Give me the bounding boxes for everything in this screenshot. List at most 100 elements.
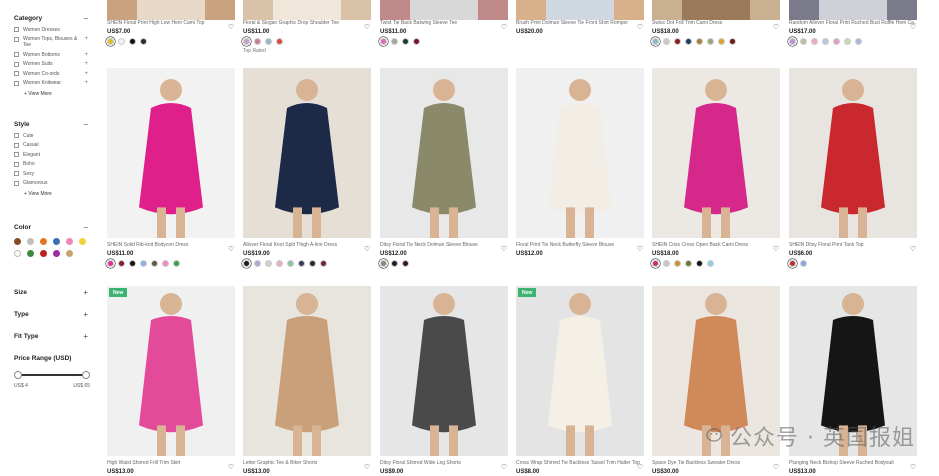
product-swatch[interactable] xyxy=(674,38,681,45)
product-card[interactable]: Floral & Slogan Graphic Drop Shoulder Te… xyxy=(243,16,371,54)
product-title[interactable]: Floral Print Tie Neck Butterfly Sleeve B… xyxy=(516,242,644,248)
product-swatch[interactable] xyxy=(844,38,851,45)
product-title[interactable]: Random Allover Floral Print Ruched Bust … xyxy=(789,20,917,26)
product-swatch[interactable] xyxy=(789,38,796,45)
heart-icon[interactable]: ♡ xyxy=(500,246,508,254)
product-swatch[interactable] xyxy=(265,38,272,45)
product-swatch[interactable] xyxy=(107,38,114,45)
checkbox[interactable] xyxy=(14,52,19,57)
checkbox[interactable] xyxy=(14,142,19,148)
product-swatch[interactable] xyxy=(674,260,681,267)
heart-icon[interactable]: ♡ xyxy=(636,24,644,32)
product-card[interactable]: SHEIN Floral Print High Low Hem Cami Top… xyxy=(107,16,235,45)
product-card[interactable]: New High Waist Shirred Frill Trim Skirt ♡ U… xyxy=(107,286,235,475)
product-swatch[interactable] xyxy=(243,260,250,267)
minus-icon[interactable]: − xyxy=(83,120,88,129)
heart-icon[interactable]: ♡ xyxy=(909,246,917,254)
product-swatch[interactable] xyxy=(243,38,250,45)
checkbox[interactable] xyxy=(14,27,19,32)
color-swatch[interactable] xyxy=(27,250,34,257)
product-title[interactable]: Space Dye Tie Backless Sweater Dress xyxy=(652,460,780,466)
product-swatch[interactable] xyxy=(413,38,420,45)
product-title[interactable]: Allover Floral Knot Split Thigh A-line D… xyxy=(243,242,371,248)
product-card[interactable]: Twist Tie Back Batwing Sleeve Tee ♡ US$11.… xyxy=(380,16,508,45)
heart-icon[interactable]: ♡ xyxy=(363,246,371,254)
product-swatch[interactable] xyxy=(151,260,158,267)
product-swatch[interactable] xyxy=(811,38,818,45)
filter-category-header[interactable]: Category − xyxy=(14,14,88,23)
product-swatch[interactable] xyxy=(118,260,125,267)
product-swatch[interactable] xyxy=(663,260,670,267)
filter-option[interactable]: Women Co-ords + xyxy=(14,71,88,77)
plus-icon[interactable]: + xyxy=(84,52,88,59)
product-title[interactable]: SHEIN Criss Cross Open Back Cami Dress xyxy=(652,242,780,248)
product-swatch[interactable] xyxy=(276,260,283,267)
product-card[interactable]: Floral Print Tie Neck Butterfly Sleeve B… xyxy=(516,68,644,257)
product-swatch[interactable] xyxy=(707,38,714,45)
product-image[interactable] xyxy=(107,68,235,238)
product-swatch[interactable] xyxy=(129,38,136,45)
checkbox[interactable] xyxy=(14,152,19,157)
product-swatch[interactable] xyxy=(254,38,261,45)
filter-type[interactable]: Type + xyxy=(14,310,88,319)
product-card[interactable]: Random Allover Floral Print Ruched Bust … xyxy=(789,16,917,45)
heart-icon[interactable]: ♡ xyxy=(500,464,508,472)
product-image[interactable] xyxy=(516,68,644,238)
heart-icon[interactable]: ♡ xyxy=(227,24,235,32)
product-title[interactable]: SHEIN Floral Print High Low Hem Cami Top xyxy=(107,20,235,26)
product-swatch[interactable] xyxy=(833,38,840,45)
product-swatch[interactable] xyxy=(309,260,316,267)
heart-icon[interactable]: ♡ xyxy=(500,24,508,32)
product-image[interactable] xyxy=(380,68,508,238)
plus-icon[interactable]: + xyxy=(84,36,88,43)
product-title[interactable]: Ditsy Floral Tie Neck Dolman Sleeve Blou… xyxy=(380,242,508,248)
product-swatch[interactable] xyxy=(391,260,398,267)
product-title[interactable]: Floral & Slogan Graphic Drop Shoulder Te… xyxy=(243,20,371,26)
filter-option[interactable]: Women Suits + xyxy=(14,61,88,67)
product-card[interactable]: Ditsy Floral Tie Neck Dolman Sleeve Blou… xyxy=(380,68,508,267)
checkbox[interactable] xyxy=(14,36,19,42)
view-more-link[interactable]: + View More xyxy=(24,191,88,197)
heart-icon[interactable]: ♡ xyxy=(363,464,371,472)
product-swatch[interactable] xyxy=(107,260,114,267)
product-swatch[interactable] xyxy=(696,38,703,45)
product-title[interactable]: High Waist Shirred Frill Trim Skirt xyxy=(107,460,235,466)
product-card[interactable]: Ditsy Floral Shirred Wide Leg Shorts ♡ US$… xyxy=(380,286,508,475)
heart-icon[interactable]: ♡ xyxy=(909,24,917,32)
product-title[interactable]: Plunging Neck Bishop Sleeve Ruched Bodys… xyxy=(789,460,917,466)
product-swatch[interactable] xyxy=(800,260,807,267)
product-image[interactable]: New xyxy=(107,286,235,456)
product-swatch[interactable] xyxy=(729,38,736,45)
plus-icon[interactable]: + xyxy=(84,61,88,68)
filter-size[interactable]: Size + xyxy=(14,288,88,297)
product-swatch[interactable] xyxy=(800,38,807,45)
product-swatch[interactable] xyxy=(652,38,659,45)
product-swatch[interactable] xyxy=(855,38,862,45)
filter-option[interactable]: Sexy xyxy=(14,171,88,177)
product-swatch[interactable] xyxy=(685,260,692,267)
product-image[interactable] xyxy=(243,286,371,456)
product-swatch[interactable] xyxy=(718,38,725,45)
heart-icon[interactable]: ♡ xyxy=(363,24,371,32)
color-swatch[interactable] xyxy=(66,238,73,245)
price-range-slider[interactable] xyxy=(14,370,90,380)
product-title[interactable]: Swiss Dot Frill Trim Cami Dress xyxy=(652,20,780,26)
minus-icon[interactable]: − xyxy=(83,223,88,232)
filter-option[interactable]: Women Tops, Blouses & Tee + xyxy=(14,36,88,48)
filter-option[interactable]: Glamorous xyxy=(14,180,88,186)
color-swatch[interactable] xyxy=(53,238,60,245)
checkbox[interactable] xyxy=(14,61,19,67)
product-image[interactable]: New xyxy=(516,286,644,456)
product-title[interactable]: Brush Print Dolman Sleeve Tie Front Shir… xyxy=(516,20,644,26)
product-swatch[interactable] xyxy=(685,38,692,45)
checkbox[interactable] xyxy=(14,180,19,186)
product-title[interactable]: SHEIN Solid Rib-knit Bodycon Dress xyxy=(107,242,235,248)
heart-icon[interactable]: ♡ xyxy=(772,246,780,254)
product-swatch[interactable] xyxy=(287,260,294,267)
heart-icon[interactable]: ♡ xyxy=(909,464,917,472)
product-swatch[interactable] xyxy=(707,260,714,267)
filter-option[interactable]: Women Dresses xyxy=(14,27,88,33)
product-swatch[interactable] xyxy=(140,260,147,267)
product-swatch[interactable] xyxy=(822,38,829,45)
product-swatch[interactable] xyxy=(129,260,136,267)
